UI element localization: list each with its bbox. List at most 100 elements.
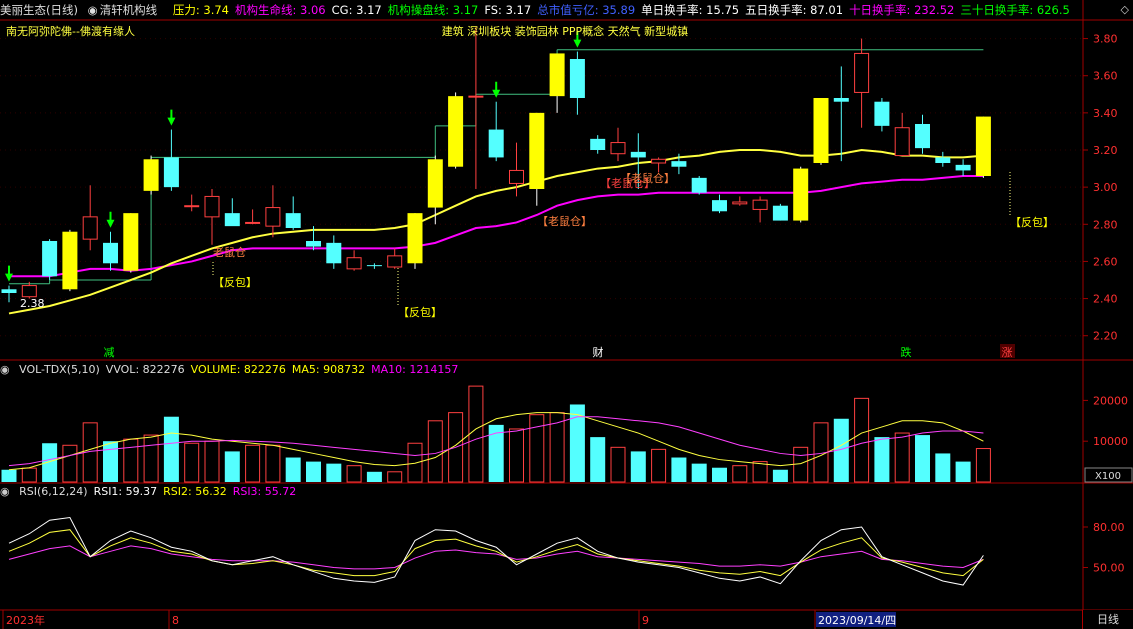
candle-body [975,116,991,176]
header-value-4: FS: 3.17 [484,3,532,17]
volume-bar [671,457,687,482]
main-header: 美丽生态(日线) ◉ 清轩机构线 压力: 3.74 机构生命线: 3.06 CG: 3… [0,0,1115,20]
rsi-value-1: RSI1: 59.37 [93,485,158,498]
candle-body [306,241,321,247]
candle-body [103,242,118,264]
volume-bar [651,448,667,483]
candle-body [488,129,504,158]
indicator-name-text: 清轩机构线 [99,3,158,17]
vol-value-4: MA10: 1214157 [371,363,459,376]
event-marker: 涨 [1002,346,1013,359]
candle-body [184,205,200,208]
candle-body [42,241,58,277]
volume-bar [569,404,585,482]
volume-bar [752,461,768,483]
diamond-icon[interactable]: ◇ [1121,3,1129,16]
candle-body [21,285,37,298]
price-tick-label: 2.80 [1093,218,1118,231]
volume-bar [488,424,504,482]
buy-arrow-icon [106,211,115,228]
rsi-value-2: RSI2: 56.32 [163,485,227,498]
volume-bar [854,397,870,483]
buy-arrow-icon [492,81,501,98]
volume-bar [427,420,443,483]
candle-body [448,96,464,167]
price-tick-label: 3.80 [1093,33,1118,46]
time-axis-label: 8 [172,614,179,627]
volume-bar [21,467,37,483]
candle-body [509,169,524,184]
candle-body [752,199,768,210]
volume-bar [103,441,118,482]
candle-body [671,161,687,167]
volume-bar [529,414,545,483]
candle-body [366,265,382,267]
signal-label: 2.38 [20,297,45,310]
buy-arrow-icon [167,109,176,126]
vol-ma10-line [8,416,984,467]
indicator-name[interactable]: ◉ 清轩机构线 [88,3,167,17]
volume-header: ◉ VOL-TDX(5,10) VVOL: 822276 VOLUME: 82227… [0,361,464,379]
candle-body [935,157,951,163]
volume-bar [204,440,220,483]
volume-bar [915,435,930,482]
candle-body [590,138,606,150]
rsi-header: ◉ RSI(6,12,24) RSI1: 59.37 RSI2: 56.32 RSI3… [0,483,302,501]
volume-bar [1,469,17,482]
header-value-9: 三十日换手率: 626.5 [960,3,1070,17]
volume-bar [62,444,78,483]
candle-body [82,216,98,240]
rsi-value-3: RSI3: 55.72 [232,485,297,498]
rsi1-line [8,517,984,586]
signal-label: 【反包】 [398,306,442,319]
candle-body [813,98,829,163]
candle-body [285,213,301,228]
rsi-tick-label: 80.00 [1093,521,1125,534]
volume-bar [712,467,727,482]
period-label[interactable]: 日线 [1082,610,1133,629]
panel-toggle-icon[interactable]: ◉ [0,363,10,376]
candle-body [772,205,788,221]
signal-label: 【老鼠仓】 [537,214,592,228]
candle-body [204,195,220,218]
header-value-6: 单日换手率: 15.75 [641,3,740,17]
buy-arrow-icon [5,265,13,282]
header-value-3: 机构操盘线: 3.17 [387,3,479,17]
volume-bar [448,412,464,483]
candle-body [143,159,159,191]
signal-label: 【反包】 [213,276,257,289]
candle-body [732,201,748,205]
vol-value-0: VOL-TDX(5,10) [19,363,100,376]
time-axis-label: 2023年 [6,613,45,627]
volume-bar [387,471,403,483]
volume-bar [630,451,646,482]
candle-body [651,158,667,164]
candle-body [245,221,261,224]
candle-body [894,127,910,157]
volume-bar [975,448,991,483]
candle-body [691,177,707,193]
volume-bar [813,422,829,483]
rsi3-line [8,545,984,570]
rsi-tick-label: 50.00 [1093,562,1125,575]
rsi2-line [8,529,984,577]
candle-body [407,213,423,264]
candle-body [387,255,403,268]
event-marker: 减 [104,346,115,359]
volume-bar [42,443,58,482]
header-value-1: 机构生命线: 3.06 [234,3,326,17]
candle-body [468,95,484,98]
volume-bar [163,416,179,482]
candle-body [346,257,362,270]
window-controls[interactable]: ◇ [1121,0,1129,20]
header-value-7: 五日换手率: 87.01 [745,3,844,17]
panel-toggle-icon[interactable]: ◉ [0,485,10,498]
candle-body [265,207,281,227]
volume-bar [894,432,910,483]
indicator-dropdown-icon[interactable]: ◉ [88,3,98,17]
vol-value-2: VOLUME: 822276 [190,363,286,376]
price-tick-label: 2.20 [1093,330,1118,343]
vol-unit-box [1084,467,1133,483]
stock-name[interactable]: 美丽生态(日线) [0,3,78,17]
chart-subtitle: 南无阿弥陀佛--佛渡有缘人 [6,24,135,38]
